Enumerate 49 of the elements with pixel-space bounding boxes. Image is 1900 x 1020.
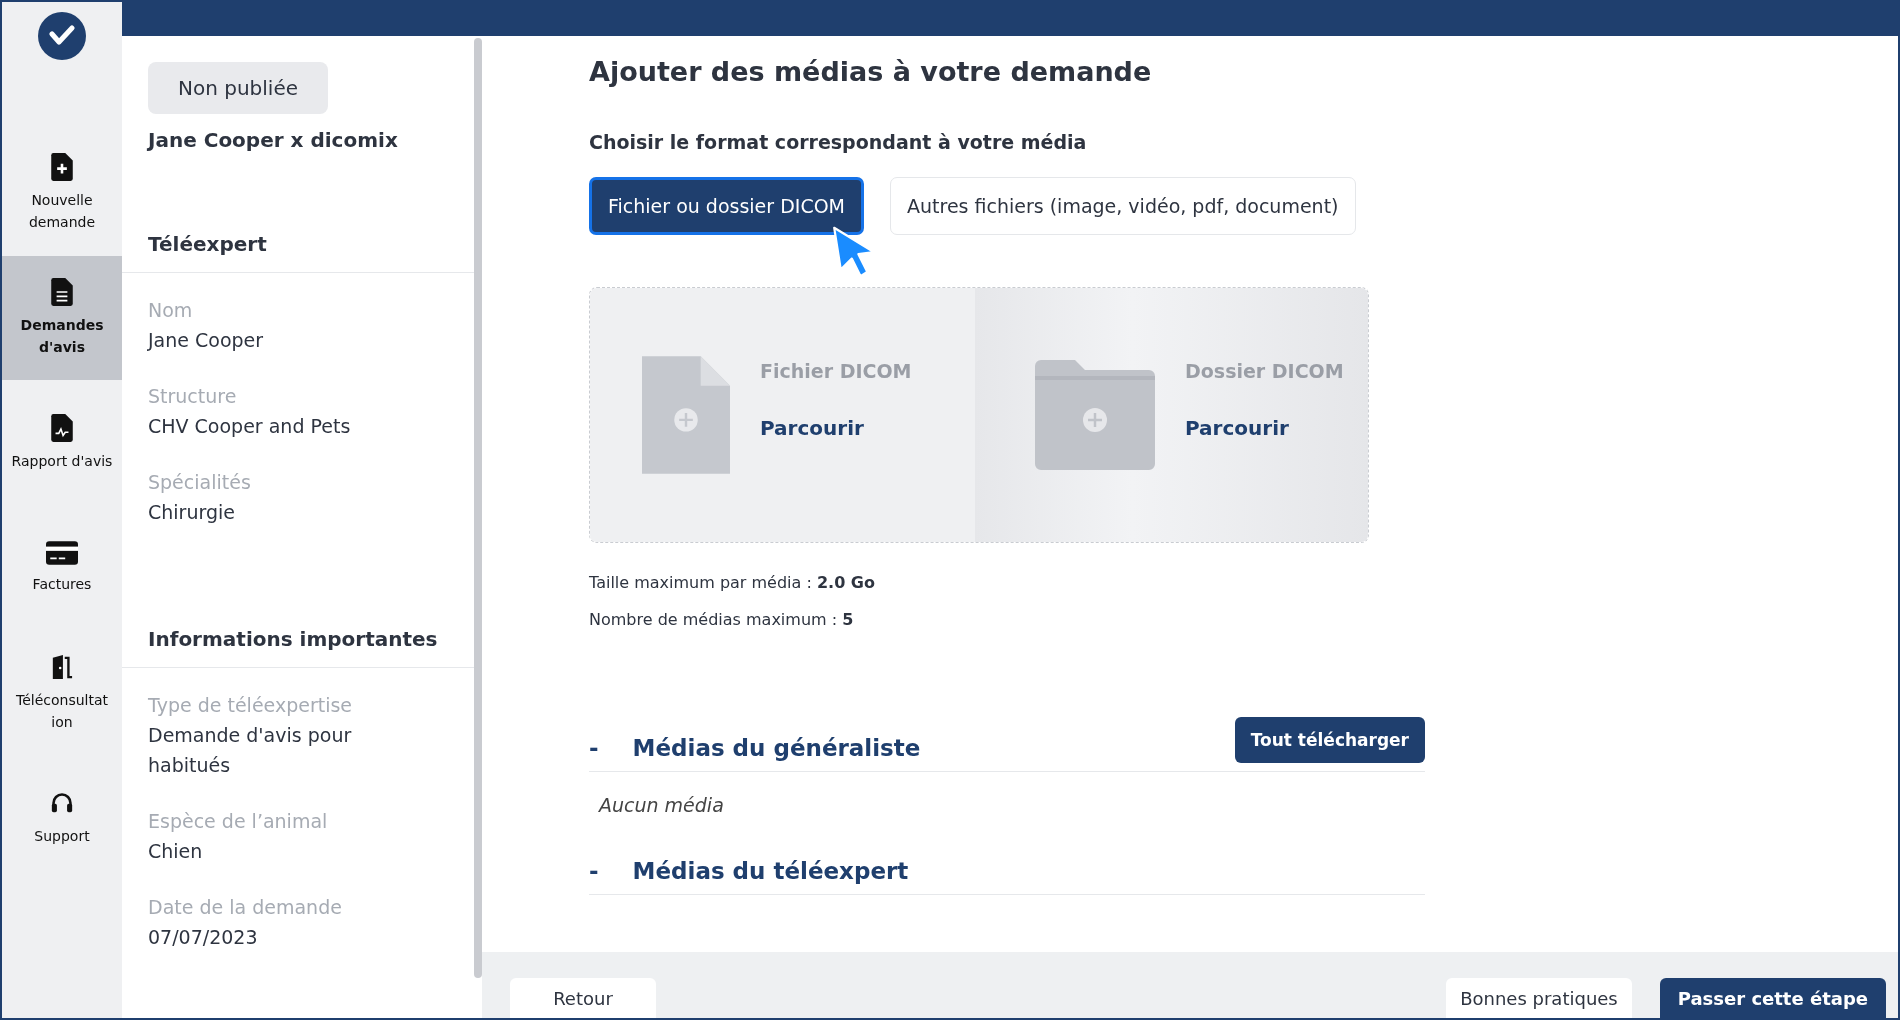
skip-step-button[interactable]: Passer cette étape	[1659, 978, 1886, 1018]
field-label: Espèce de l’animal	[148, 809, 329, 834]
credit-card-icon	[46, 541, 78, 565]
browse-link[interactable]: Parcourir	[760, 416, 912, 440]
nav-item[interactable]: Support	[2, 756, 122, 880]
limit-text: Nombre de médias maximum : 5	[589, 610, 855, 629]
field-value: 07/07/2023	[148, 925, 259, 950]
status-badge: Non publiée	[148, 62, 329, 114]
format-tab[interactable]: Autres fichiers (image, vidéo, pdf, document)	[890, 177, 1356, 235]
empty-message: Aucun média	[597, 794, 725, 816]
folder-add-icon	[1035, 360, 1155, 470]
nav-item[interactable]: Demandes d'avis	[2, 256, 122, 380]
field-label: Date de la demande	[148, 895, 343, 920]
nav-item[interactable]: Nouvelle demande	[2, 131, 122, 255]
request-title: Jane Cooper x dicomix	[148, 128, 399, 152]
nav-item[interactable]: Factures	[2, 506, 122, 630]
browse-link[interactable]: Parcourir	[1185, 416, 1344, 440]
field-value: Chirurgie	[148, 500, 236, 525]
nav-item[interactable]: Rapport d'avis	[2, 381, 122, 505]
logo-icon[interactable]	[38, 12, 86, 60]
door-icon	[51, 653, 73, 681]
limit-text: Taille maximum par média : 2.0 Go	[589, 573, 876, 592]
best-practices-button[interactable]: Bonnes pratiques	[1446, 978, 1632, 1018]
collapse-toggle[interactable]: -	[589, 735, 599, 761]
nav-item[interactable]: Téléconsultat ion	[2, 631, 122, 755]
page-title: Ajouter des médias à votre demande	[589, 56, 1153, 87]
field-value: Chien	[148, 839, 204, 864]
subtitle: Choisir le format correspondant à votre média	[589, 131, 1088, 153]
collapse-toggle[interactable]: -	[589, 858, 599, 884]
document-icon	[51, 278, 73, 306]
section-title: Médias du téléexpert	[632, 858, 909, 884]
download-all-button[interactable]: Tout télécharger	[1234, 717, 1425, 763]
file-plus-icon	[51, 153, 73, 181]
field-label: Type de téléexpertise	[148, 693, 354, 718]
dropzone[interactable]: Fichier DICOM Parcourir Dossier DICOM Parcourir	[589, 287, 1369, 543]
field-label: Structure	[148, 384, 238, 409]
report-icon	[51, 414, 73, 442]
field-value: CHV Cooper and Pets	[148, 414, 352, 439]
format-tab[interactable]: Fichier ou dossier DICOM	[589, 177, 864, 235]
back-button[interactable]: Retour	[510, 978, 656, 1018]
field-value: Jane Cooper	[148, 328, 265, 353]
file-add-icon	[642, 356, 730, 474]
dropzone-label: Fichier DICOM	[760, 360, 912, 382]
field-value: Demande d'avis pour habitués	[148, 723, 353, 778]
field-label: Nom	[148, 298, 194, 323]
section-title: Médias du généraliste	[632, 735, 921, 761]
dropzone-label: Dossier DICOM	[1185, 360, 1344, 382]
field-label: Spécialités	[148, 470, 252, 495]
scrollbar[interactable]	[474, 38, 482, 978]
